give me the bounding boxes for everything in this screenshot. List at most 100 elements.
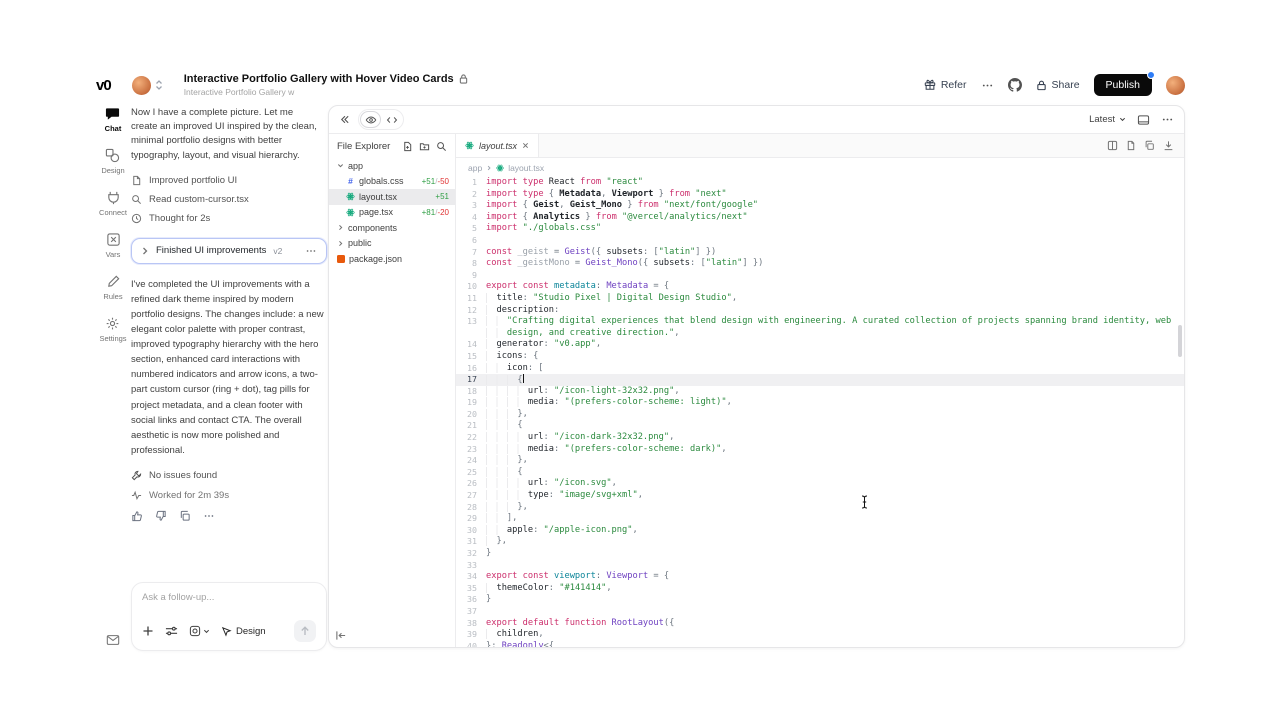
new-folder-button[interactable]	[419, 141, 430, 152]
rail-item-vars[interactable]: Vars	[106, 232, 121, 259]
code-line[interactable]: 18 url: "/icon-light-32x32.png",	[456, 386, 1184, 398]
thumbs-up-button[interactable]	[131, 510, 143, 522]
thumbs-down-button[interactable]	[155, 510, 167, 522]
code-line[interactable]: 37	[456, 606, 1184, 618]
new-file-button[interactable]	[402, 141, 413, 152]
code-line[interactable]: 23 media: "(prefers-color-scheme: dark)"…	[456, 444, 1184, 456]
code-line[interactable]: 36}	[456, 594, 1184, 606]
rail-item-settings[interactable]: Settings	[99, 316, 126, 343]
code-line[interactable]: 32}	[456, 548, 1184, 560]
code-line[interactable]: 34export const viewport: Viewport = {	[456, 571, 1184, 583]
project-avatar[interactable]	[132, 76, 151, 95]
code-line[interactable]: 31 },	[456, 536, 1184, 548]
code-line[interactable]: 1import type React from "react"	[456, 177, 1184, 189]
code-area[interactable]: 1import type React from "react"2import t…	[456, 177, 1184, 647]
code-line[interactable]: 38export default function RootLayout({	[456, 618, 1184, 630]
code-line[interactable]: 24 },	[456, 455, 1184, 467]
code-line[interactable]: 2import type { Metadata, Viewport } from…	[456, 189, 1184, 201]
folder-components[interactable]: components	[329, 220, 455, 236]
code-line[interactable]: 25 {	[456, 467, 1184, 479]
code-line[interactable]: 20 },	[456, 409, 1184, 421]
breadcrumb-root[interactable]: app	[468, 163, 482, 173]
breadcrumb-file[interactable]: layout.tsx	[508, 163, 544, 173]
code-line[interactable]: 8const _geistMono = Geist_Mono({ subsets…	[456, 258, 1184, 270]
send-button[interactable]	[294, 620, 316, 642]
workspace-more-button[interactable]	[1161, 113, 1174, 126]
code-line[interactable]: 22 url: "/icon-dark-32x32.png",	[456, 432, 1184, 444]
copy-message-button[interactable]	[179, 510, 191, 522]
code-line[interactable]: 33	[456, 560, 1184, 572]
code-line[interactable]: 27 type: "image/svg+xml",	[456, 490, 1184, 502]
follow-up-input[interactable]	[142, 592, 316, 603]
split-editor-button[interactable]	[1107, 140, 1118, 151]
share-button[interactable]: Share	[1036, 79, 1080, 91]
code-line[interactable]: 9	[456, 270, 1184, 282]
collapse-panel-button[interactable]	[339, 114, 350, 125]
project-switcher-icon[interactable]	[155, 79, 163, 91]
file-page-tsx[interactable]: page.tsx +81/-20	[329, 205, 455, 221]
refer-button[interactable]: Refer	[924, 79, 967, 91]
copy-code-button[interactable]	[1144, 140, 1155, 151]
rail-item-chat[interactable]: Chat	[105, 106, 122, 133]
code-line[interactable]: 4import { Analytics } from "@vercel/anal…	[456, 212, 1184, 224]
code-line[interactable]: 30 apple: "/apple-icon.png",	[456, 525, 1184, 537]
task-thought[interactable]: Thought for 2s	[131, 211, 327, 226]
code-line[interactable]: 14 generator: "v0.app",	[456, 339, 1184, 351]
feedback-mail-button[interactable]	[106, 634, 120, 646]
code-line[interactable]: design, and creative direction.",	[456, 328, 1184, 340]
code-line[interactable]: 6	[456, 235, 1184, 247]
card-more-button[interactable]	[305, 245, 317, 257]
user-avatar[interactable]	[1166, 76, 1185, 95]
download-button[interactable]	[1163, 140, 1174, 151]
code-line[interactable]: 26 url: "/icon.svg",	[456, 478, 1184, 490]
rail-item-connect[interactable]: Connect	[99, 190, 127, 217]
code-line[interactable]: 3import { Geist, Geist_Mono } from "next…	[456, 200, 1184, 212]
file-info-button[interactable]	[1126, 140, 1136, 151]
code-line[interactable]: 28 },	[456, 502, 1184, 514]
code-line[interactable]: 13 "Crafting digital experiences that bl…	[456, 316, 1184, 328]
code-line[interactable]: 29 ],	[456, 513, 1184, 525]
file-package-json[interactable]: package.json	[329, 251, 455, 267]
code-line[interactable]: 11 title: "Studio Pixel | Digital Design…	[456, 293, 1184, 305]
file-globals-css[interactable]: # globals.css +51/-50	[329, 174, 455, 190]
code-line[interactable]: 17 {	[456, 374, 1184, 386]
open-preview-button[interactable]	[1137, 114, 1150, 126]
code-line[interactable]: 16 icon: [	[456, 363, 1184, 375]
folder-app[interactable]: app	[329, 158, 455, 174]
rail-item-rules[interactable]: Rules	[103, 274, 122, 301]
file-layout-tsx[interactable]: layout.tsx +51	[329, 189, 455, 205]
code-line[interactable]: 35 themeColor: "#141414",	[456, 583, 1184, 595]
v0-logo[interactable]: v0	[96, 77, 111, 94]
editor-scrollbar[interactable]	[1178, 325, 1182, 357]
preview-toggle-button[interactable]	[360, 111, 381, 128]
header-more-button[interactable]	[981, 79, 994, 92]
version-dropdown[interactable]: Latest	[1089, 114, 1126, 125]
tab-layout-tsx[interactable]: layout.tsx	[456, 134, 539, 157]
code-line[interactable]: 19 media: "(prefers-color-scheme: light)…	[456, 397, 1184, 409]
code-line[interactable]: 10export const metadata: Metadata = {	[456, 281, 1184, 293]
code-toggle-button[interactable]	[381, 111, 402, 128]
code-line[interactable]: 40}: Readonly<{	[456, 641, 1184, 647]
close-tab-button[interactable]	[522, 142, 529, 149]
rail-item-design[interactable]: Design	[101, 148, 124, 175]
code-line[interactable]: 7const _geist = Geist({ subsets: ["latin…	[456, 247, 1184, 259]
message-more-button[interactable]	[203, 510, 215, 522]
publish-button[interactable]: Publish	[1094, 74, 1152, 96]
code-line[interactable]: 5import "./globals.css"	[456, 223, 1184, 235]
attach-button[interactable]	[142, 625, 154, 637]
task-improved-portfolio-ui[interactable]: Improved portfolio UI	[131, 173, 327, 188]
task-read-custom-cursor[interactable]: Read custom-cursor.tsx	[131, 192, 327, 207]
code-line[interactable]: 21 {	[456, 420, 1184, 432]
sources-button[interactable]	[189, 625, 210, 637]
design-mode-chip[interactable]: Design	[221, 626, 266, 637]
code-line[interactable]: 15 icons: {	[456, 351, 1184, 363]
finished-ui-improvements-card[interactable]: Finished UI improvements v2	[131, 238, 327, 264]
github-button[interactable]	[1008, 78, 1022, 92]
code-line[interactable]: 39 children,	[456, 629, 1184, 641]
collapse-explorer-button[interactable]	[329, 624, 455, 647]
search-files-button[interactable]	[436, 141, 447, 152]
mail-icon	[106, 634, 120, 646]
code-line[interactable]: 12 description:	[456, 305, 1184, 317]
model-settings-button[interactable]	[165, 625, 178, 637]
folder-public[interactable]: public	[329, 236, 455, 252]
